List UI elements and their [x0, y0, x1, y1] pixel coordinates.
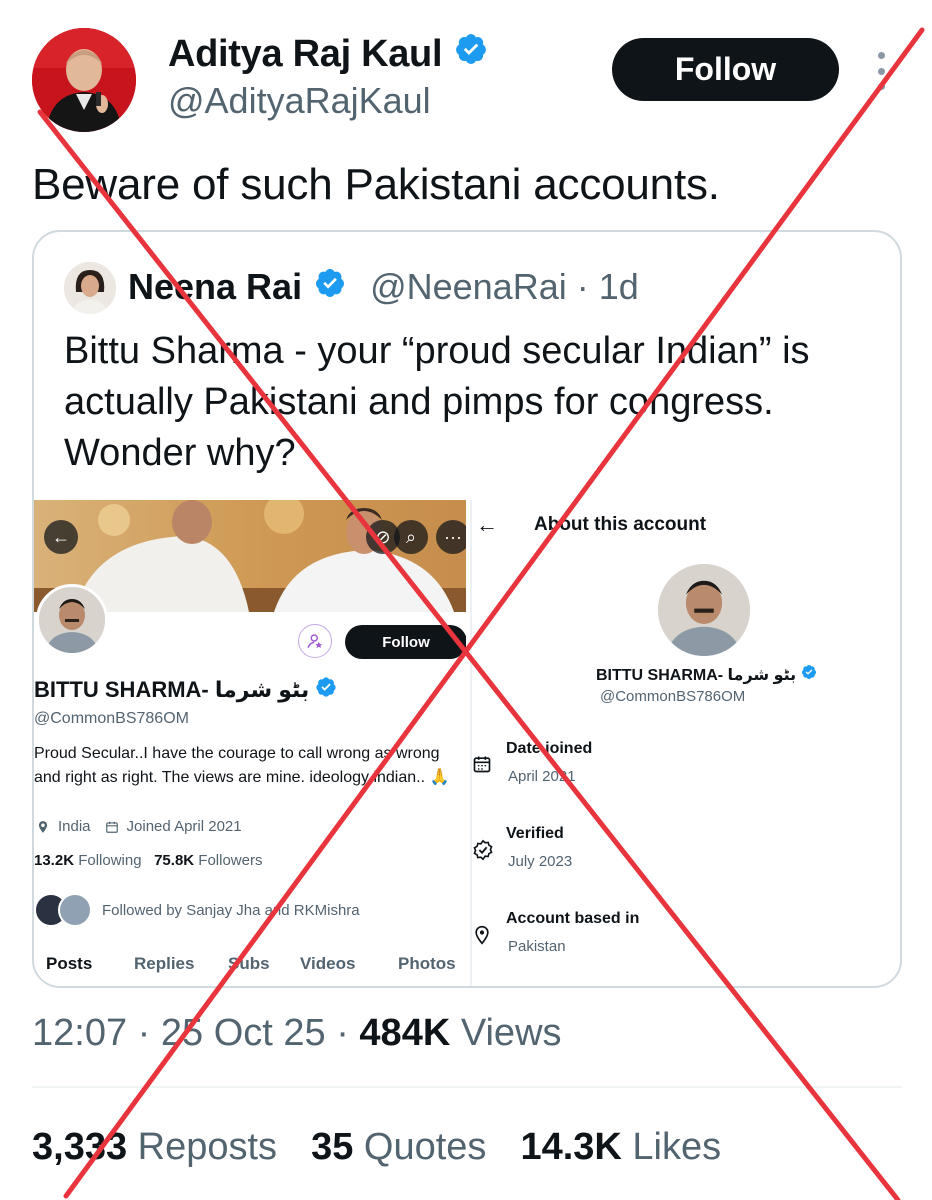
- quoted-author-avatar[interactable]: [64, 262, 116, 314]
- likes-count[interactable]: 14.3K: [520, 1126, 621, 1168]
- author-avatar[interactable]: [32, 28, 136, 132]
- profile-name-row: BITTU SHARMA- بٹو شرما: [34, 676, 337, 704]
- profile-bio: Proud Secular..I have the courage to cal…: [34, 745, 450, 786]
- quotes-stat[interactable]: 35 Quotes: [311, 1126, 486, 1169]
- quoted-tweet-text: Bittu Sharma - your “proud secular India…: [64, 330, 810, 474]
- verified-badge-icon: [801, 664, 817, 685]
- location-icon: [36, 820, 50, 834]
- date-joined-value: April 2021: [508, 768, 576, 785]
- date-joined-label: Date joined: [506, 740, 593, 757]
- about-avatar: [658, 564, 750, 656]
- profile-tabs: Posts Replies Subs Videos Photos: [34, 948, 466, 988]
- quoted-author-name[interactable]: Neena Rai: [128, 266, 302, 308]
- account-based-in-label: Account based in: [506, 910, 640, 927]
- reposts-label[interactable]: Reposts: [138, 1126, 277, 1168]
- active-tab-indicator: [42, 986, 98, 988]
- calendar-icon: [472, 754, 494, 776]
- quoted-tweet-card[interactable]: Neena Rai @NeenaRai · 1d Bittu Sharma - …: [32, 230, 902, 988]
- tab-videos[interactable]: Videos: [300, 954, 355, 974]
- about-account-screenshot[interactable]: ← About this account BITTU SHARMA- بٹو ش…: [470, 500, 900, 986]
- avatar: [58, 893, 92, 927]
- profile-avatar[interactable]: [36, 584, 108, 656]
- following-label[interactable]: Following: [78, 852, 141, 869]
- followed-by-avatars: [34, 893, 92, 927]
- divider: [32, 1086, 902, 1088]
- verified-badge-icon: [315, 676, 337, 704]
- separator-dot: ·: [336, 1012, 349, 1054]
- account-based-in-value: Pakistan: [508, 938, 566, 955]
- profile-counts[interactable]: 13.2K Following 75.8K Followers: [34, 852, 262, 869]
- reposts-stat[interactable]: 3,333 Reposts: [32, 1126, 277, 1169]
- likes-label[interactable]: Likes: [632, 1126, 721, 1168]
- profile-location: India: [58, 818, 91, 835]
- tweet-date[interactable]: 25 Oct 25: [161, 1012, 326, 1054]
- subscribe-icon[interactable]: [298, 624, 332, 658]
- tweet-timestamp[interactable]: 12:07 · 25 Oct 25 · 484K Views: [32, 1012, 562, 1055]
- profile-screenshot[interactable]: ← ⊘ ⌕ ··· Follow BITTU SHARMA- بٹو شرما …: [34, 500, 466, 988]
- back-arrow-icon[interactable]: ←: [44, 520, 78, 554]
- profile-handle: @CommonBS786OM: [34, 710, 189, 727]
- about-name: BITTU SHARMA- بٹو شرما: [596, 666, 797, 684]
- profile-name: BITTU SHARMA- بٹو شرما: [34, 677, 310, 702]
- followers-count[interactable]: 75.8K: [154, 852, 194, 869]
- views-label[interactable]: Views: [461, 1012, 562, 1054]
- engagement-stats: 3,333 Reposts 35 Quotes 14.3K Likes: [32, 1126, 721, 1169]
- separator-dot: ·: [137, 1012, 151, 1054]
- date-joined-row: Date joined April 2021: [472, 740, 900, 800]
- tab-replies[interactable]: Replies: [134, 954, 194, 974]
- follow-button[interactable]: Follow: [612, 38, 839, 101]
- quotes-label[interactable]: Quotes: [364, 1126, 487, 1168]
- verified-row: Verified July 2023: [472, 825, 900, 885]
- verified-check-icon: [472, 839, 494, 861]
- calendar-icon: [105, 820, 119, 834]
- about-handle: @CommonBS786OM: [600, 688, 746, 705]
- tweet-time[interactable]: 12:07: [32, 1012, 127, 1054]
- followers-label[interactable]: Followers: [198, 852, 262, 869]
- profile-follow-button[interactable]: Follow: [345, 625, 466, 659]
- about-title: About this account: [534, 514, 707, 535]
- account-based-in-row: Account based in Pakistan: [472, 910, 900, 970]
- verified-value: July 2023: [508, 853, 573, 870]
- quoted-author-handle-time: @NeenaRai · 1d: [370, 266, 639, 307]
- tweet-text: Beware of such Pakistani accounts.: [32, 160, 720, 209]
- author-handle[interactable]: @AdityaRajKaul: [168, 80, 431, 122]
- profile-meta-row: India Joined April 2021: [36, 818, 242, 835]
- verified-label: Verified: [506, 825, 564, 842]
- about-name-row: BITTU SHARMA- بٹو شرما: [596, 664, 817, 685]
- tab-photos[interactable]: Photos: [398, 954, 456, 974]
- tab-posts[interactable]: Posts: [46, 954, 92, 974]
- views-count[interactable]: 484K: [359, 1012, 450, 1054]
- more-options-icon[interactable]: [871, 52, 891, 90]
- author-name-row[interactable]: Aditya Raj Kaul: [168, 32, 488, 76]
- quoted-author-row[interactable]: Neena Rai @NeenaRai · 1d: [128, 266, 639, 308]
- followed-by-text: Followed by Sanjay Jha and RKMishra: [102, 901, 360, 919]
- likes-stat[interactable]: 14.3K Likes: [520, 1126, 721, 1169]
- more-options-icon[interactable]: ···: [436, 520, 466, 554]
- verified-badge-icon: [314, 266, 346, 308]
- reposts-count[interactable]: 3,333: [32, 1126, 127, 1168]
- following-count[interactable]: 13.2K: [34, 852, 74, 869]
- location-icon: [472, 924, 494, 946]
- followed-by-row[interactable]: Followed by Sanjay Jha and RKMishra: [34, 890, 360, 930]
- quotes-count[interactable]: 35: [311, 1126, 353, 1168]
- author-name[interactable]: Aditya Raj Kaul: [168, 33, 443, 76]
- search-icon[interactable]: ⌕: [394, 520, 428, 554]
- verified-badge-icon: [454, 32, 488, 76]
- back-arrow-icon[interactable]: ←: [476, 512, 498, 538]
- tab-subs[interactable]: Subs: [228, 954, 270, 974]
- profile-joined: Joined April 2021: [126, 818, 242, 835]
